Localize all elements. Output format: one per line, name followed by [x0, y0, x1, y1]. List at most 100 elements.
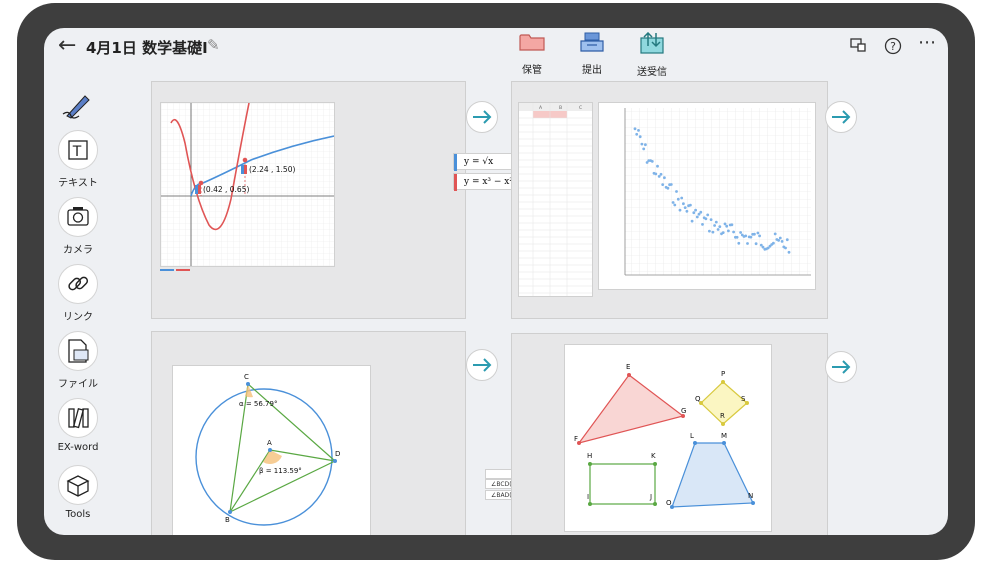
- file-tool-button[interactable]: ファイル: [52, 331, 104, 390]
- scatter-point: [671, 201, 675, 204]
- scatter-point: [723, 222, 727, 226]
- scatter-point: [746, 242, 749, 245]
- pen-icon: [59, 86, 97, 124]
- point-label-2: (2.24 , 1.50): [249, 165, 295, 174]
- ex-word-icon: [58, 398, 98, 438]
- card1-next-arrow-icon[interactable]: [466, 101, 498, 133]
- trapezoid-lmno: [671, 442, 754, 508]
- svg-text:O: O: [666, 499, 672, 507]
- graph-card[interactable]: (0.42 , 0.65) (2.24 , 1.50) y = √x y = x…: [151, 81, 563, 319]
- svg-text:M: M: [721, 432, 727, 440]
- point-b-label: B: [225, 516, 230, 524]
- scatter-point: [656, 164, 659, 168]
- scatter-card[interactable]: A B C: [511, 81, 828, 319]
- scatter-point: [735, 235, 739, 239]
- text-tool-label: テキスト: [58, 178, 98, 189]
- scatter-point: [669, 183, 673, 186]
- shapes-card[interactable]: E F G P Q R S H K I J L M O N: [511, 333, 828, 535]
- scatter-point: [773, 232, 777, 236]
- scatter-point: [661, 183, 665, 186]
- point-c-label: C: [244, 373, 249, 381]
- graph-paper: (0.42 , 0.65) (2.24 , 1.50): [160, 102, 335, 267]
- data-table: A B C: [518, 102, 593, 297]
- svg-text:I: I: [587, 493, 589, 501]
- svg-text:?: ?: [890, 40, 896, 53]
- intersection-point-2: [242, 157, 248, 163]
- svg-text:Q: Q: [695, 395, 701, 403]
- back-arrow-icon[interactable]: ←: [58, 33, 76, 58]
- view-mode-icon[interactable]: [850, 37, 866, 57]
- scatter-point: [680, 196, 684, 200]
- send-receive-label: 送受信: [637, 67, 667, 78]
- text-tool-button[interactable]: T テキスト: [52, 130, 104, 189]
- tools-tool-label: Tools: [65, 509, 91, 520]
- circle-card[interactable]: C A D B α = 56.79° β = 113.59° ▾ 角度 ∠BCD…: [151, 331, 564, 535]
- scatter-point: [718, 225, 722, 228]
- pen-tool-button[interactable]: [52, 86, 104, 124]
- svg-text:E: E: [626, 363, 630, 371]
- scatter-point: [644, 143, 647, 147]
- scatter-point: [780, 240, 784, 243]
- scatter-point: [682, 202, 685, 206]
- card3-next-arrow-icon[interactable]: [466, 349, 498, 381]
- scatter-point: [692, 211, 696, 215]
- scatter-point: [675, 190, 678, 193]
- header-bar: ← 4月1日 数学基礎I ✎ 保管 提出 送受信 ? ⋯: [44, 28, 948, 86]
- svg-text:B: B: [559, 105, 562, 111]
- folder-icon: [519, 34, 545, 51]
- card4-next-arrow-icon[interactable]: [825, 351, 857, 383]
- ex-word-tool-button[interactable]: EX-word: [52, 398, 104, 453]
- help-icon[interactable]: ?: [884, 37, 902, 59]
- svg-text:H: H: [587, 452, 592, 460]
- tools-tool-button[interactable]: Tools: [52, 465, 104, 520]
- link-icon: [58, 264, 98, 304]
- edit-title-pencil-icon[interactable]: ✎: [207, 36, 220, 54]
- equation-sqrt-label: y = √x: [464, 157, 494, 167]
- scatter-point: [732, 230, 735, 234]
- scatter-point: [737, 241, 741, 245]
- card2-next-arrow-icon[interactable]: [825, 101, 857, 133]
- scatter-point: [739, 231, 742, 234]
- scatter-point: [754, 242, 758, 246]
- scatter-point: [709, 218, 713, 221]
- scatter-point: [753, 232, 756, 236]
- svg-text:J: J: [649, 493, 652, 501]
- send-receive-button[interactable]: 送受信: [624, 31, 680, 78]
- camera-tool-button[interactable]: カメラ: [52, 197, 104, 256]
- rectangle-hkij: [589, 463, 656, 505]
- svg-text:S: S: [741, 395, 746, 403]
- scatter-point: [772, 241, 775, 245]
- scatter-point: [708, 229, 711, 233]
- scatter-point: [676, 197, 680, 201]
- point-a-label: A: [267, 439, 272, 447]
- svg-text:K: K: [651, 452, 656, 460]
- scatter-point: [761, 245, 765, 249]
- scatter-point: [706, 213, 710, 217]
- circle-paper: C A D B α = 56.79° β = 113.59°: [172, 365, 371, 535]
- scatter-point: [711, 230, 715, 234]
- submit-button[interactable]: 提出: [564, 32, 620, 76]
- scatter-point: [714, 220, 718, 224]
- page-title: 4月1日 数学基礎I: [86, 39, 208, 57]
- tray-icon: [580, 32, 604, 52]
- scatter-point: [758, 234, 761, 238]
- link-tool-label: リンク: [63, 312, 93, 323]
- point-d-label: D: [335, 450, 340, 458]
- scatter-point: [778, 236, 782, 240]
- more-icon[interactable]: ⋯: [918, 32, 936, 53]
- text-icon: T: [58, 130, 98, 170]
- scatter-point: [701, 223, 704, 226]
- scatter-point: [704, 217, 708, 221]
- scatter-point: [683, 206, 687, 209]
- scatter-point: [654, 172, 658, 176]
- link-tool-button[interactable]: リンク: [52, 264, 104, 323]
- scatter-point: [784, 246, 787, 250]
- beta-label: β = 113.59°: [259, 467, 302, 475]
- store-button[interactable]: 保管: [504, 32, 560, 76]
- submit-label: 提出: [582, 65, 602, 76]
- svg-text:R: R: [720, 412, 725, 420]
- tools-icon: [58, 465, 98, 505]
- scatter-plot: [598, 102, 816, 290]
- scatter-point: [716, 228, 720, 231]
- function-graph: (0.42 , 0.65) (2.24 , 1.50): [161, 103, 334, 266]
